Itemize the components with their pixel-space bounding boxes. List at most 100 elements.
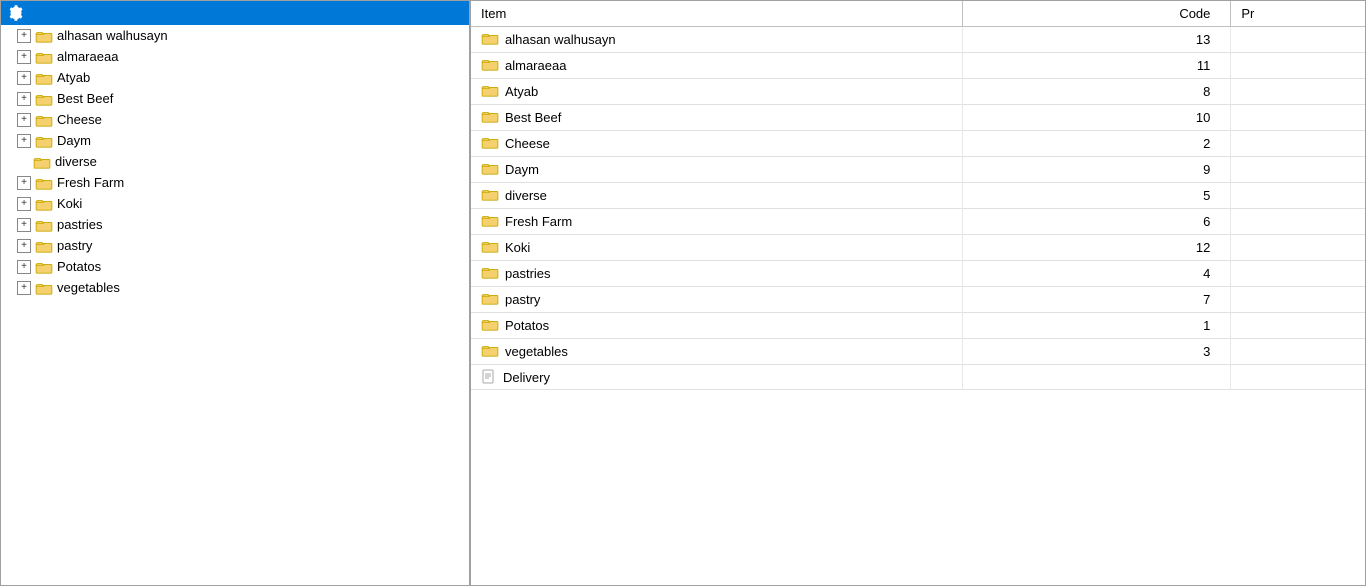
row-item-label-freshfarm: Fresh Farm — [505, 214, 572, 229]
table-row-koki[interactable]: Koki 12 — [471, 235, 1365, 261]
expand-btn-pastry[interactable]: + — [17, 239, 31, 253]
cell-pr-daym — [1231, 157, 1365, 183]
expand-btn-freshfarm[interactable]: + — [17, 176, 31, 190]
expand-btn-vegetables[interactable]: + — [17, 281, 31, 295]
cell-pr-freshfarm — [1231, 209, 1365, 235]
tree-item-label-koki: Koki — [57, 196, 82, 211]
expand-btn-potatos[interactable]: + — [17, 260, 31, 274]
row-folder-icon-diverse — [481, 187, 499, 204]
tree-item-label-bestbeef: Best Beef — [57, 91, 113, 106]
tree-item-label-daym: Daym — [57, 133, 91, 148]
tree-item-alhasan[interactable]: + alhasan walhusayn — [1, 25, 469, 46]
table-row-bestbeef[interactable]: Best Beef10 — [471, 105, 1365, 131]
expand-btn-cheese[interactable]: + — [17, 113, 31, 127]
expand-btn-koki[interactable]: + — [17, 197, 31, 211]
table-row-daym[interactable]: Daym9 — [471, 157, 1365, 183]
tree-item-potatos[interactable]: + Potatos — [1, 256, 469, 277]
cell-pr-pastries — [1231, 261, 1365, 287]
tree-header[interactable] — [1, 1, 469, 25]
folder-icon-diverse — [33, 155, 51, 169]
row-folder-icon-koki — [481, 239, 499, 256]
cell-pr-delivery — [1231, 365, 1365, 390]
tree-item-pastry[interactable]: + pastry — [1, 235, 469, 256]
row-item-label-daym: Daym — [505, 162, 539, 177]
tree-item-pastries[interactable]: + pastries — [1, 214, 469, 235]
table-row-alhasan[interactable]: alhasan walhusayn 13 — [471, 27, 1365, 53]
tree-item-almaraeaa[interactable]: + almaraeaa — [1, 46, 469, 67]
tree-item-label-almaraeaa: almaraeaa — [57, 49, 118, 64]
expand-btn-almaraeaa[interactable]: + — [17, 50, 31, 64]
table-row-almaraeaa[interactable]: almaraeaa11 — [471, 53, 1365, 79]
row-item-label-potatos: Potatos — [505, 318, 549, 333]
items-table: Item Code Pr alhasan walhusayn13 almarae… — [471, 1, 1365, 390]
tree-item-diverse[interactable]: diverse — [1, 151, 469, 172]
row-item-label-alhasan: alhasan walhusayn — [505, 32, 616, 47]
folder-icon-pastries — [35, 218, 53, 232]
cell-code-vegetables: 3 — [963, 339, 1231, 365]
tree-item-daym[interactable]: + Daym — [1, 130, 469, 151]
tree-item-koki[interactable]: + Koki — [1, 193, 469, 214]
row-folder-icon-freshfarm — [481, 213, 499, 230]
tree-item-cheese[interactable]: + Cheese — [1, 109, 469, 130]
row-folder-icon-potatos — [481, 317, 499, 334]
expand-btn-daym[interactable]: + — [17, 134, 31, 148]
folder-icon-atyab — [35, 71, 53, 85]
tree-item-label-atyab: Atyab — [57, 70, 90, 85]
table-row-atyab[interactable]: Atyab8 — [471, 79, 1365, 105]
expand-btn-atyab[interactable]: + — [17, 71, 31, 85]
cell-item-potatos: Potatos — [471, 313, 963, 339]
table-row-vegetables[interactable]: vegetables 3 — [471, 339, 1365, 365]
row-doc-icon-delivery — [481, 369, 497, 385]
cell-pr-bestbeef — [1231, 105, 1365, 131]
expand-btn-pastries[interactable]: + — [17, 218, 31, 232]
cell-pr-alhasan — [1231, 27, 1365, 53]
cell-code-delivery — [963, 365, 1231, 390]
expand-btn-alhasan[interactable]: + — [17, 29, 31, 43]
cell-code-pastry: 7 — [963, 287, 1231, 313]
cell-code-alhasan: 13 — [963, 27, 1231, 53]
cell-pr-vegetables — [1231, 339, 1365, 365]
tree-item-label-cheese: Cheese — [57, 112, 102, 127]
tree-item-label-freshfarm: Fresh Farm — [57, 175, 124, 190]
cell-code-koki: 12 — [963, 235, 1231, 261]
col-header-code: Code — [963, 1, 1231, 27]
folder-icon-freshfarm — [35, 176, 53, 190]
row-folder-icon-pastry — [481, 291, 499, 308]
cell-item-alhasan: alhasan walhusayn — [471, 27, 963, 53]
cell-item-bestbeef: Best Beef — [471, 105, 963, 131]
tree-item-atyab[interactable]: + Atyab — [1, 67, 469, 88]
cell-pr-diverse — [1231, 183, 1365, 209]
folder-icon-koki — [35, 197, 53, 211]
row-item-label-delivery: Delivery — [503, 370, 550, 385]
cell-pr-cheese — [1231, 131, 1365, 157]
table-row-potatos[interactable]: Potatos1 — [471, 313, 1365, 339]
table-row-delivery[interactable]: Delivery — [471, 365, 1365, 390]
row-folder-icon-pastries — [481, 265, 499, 282]
cell-pr-atyab — [1231, 79, 1365, 105]
table-row-pastries[interactable]: pastries4 — [471, 261, 1365, 287]
expand-btn-bestbeef[interactable]: + — [17, 92, 31, 106]
tree-item-vegetables[interactable]: + vegetables — [1, 277, 469, 298]
folder-icon-vegetables — [35, 281, 53, 295]
cell-pr-potatos — [1231, 313, 1365, 339]
cell-item-freshfarm: Fresh Farm — [471, 209, 963, 235]
gear-icon — [7, 5, 23, 21]
cell-pr-pastry — [1231, 287, 1365, 313]
row-item-label-cheese: Cheese — [505, 136, 550, 151]
cell-item-cheese: Cheese — [471, 131, 963, 157]
tree-item-bestbeef[interactable]: + Best Beef — [1, 88, 469, 109]
folder-icon-potatos — [35, 260, 53, 274]
tree-item-freshfarm[interactable]: + Fresh Farm — [1, 172, 469, 193]
cell-item-delivery: Delivery — [471, 365, 963, 390]
left-panel: + alhasan walhusayn+ almaraeaa+ Atyab+ B… — [1, 1, 471, 585]
table-row-diverse[interactable]: diverse5 — [471, 183, 1365, 209]
row-item-label-vegetables: vegetables — [505, 344, 568, 359]
folder-icon-almaraeaa — [35, 50, 53, 64]
table-row-pastry[interactable]: pastry7 — [471, 287, 1365, 313]
row-item-label-koki: Koki — [505, 240, 530, 255]
cell-code-pastries: 4 — [963, 261, 1231, 287]
table-row-freshfarm[interactable]: Fresh Farm6 — [471, 209, 1365, 235]
tree-item-label-vegetables: vegetables — [57, 280, 120, 295]
table-row-cheese[interactable]: Cheese2 — [471, 131, 1365, 157]
table-container: Item Code Pr alhasan walhusayn13 almarae… — [471, 1, 1365, 390]
